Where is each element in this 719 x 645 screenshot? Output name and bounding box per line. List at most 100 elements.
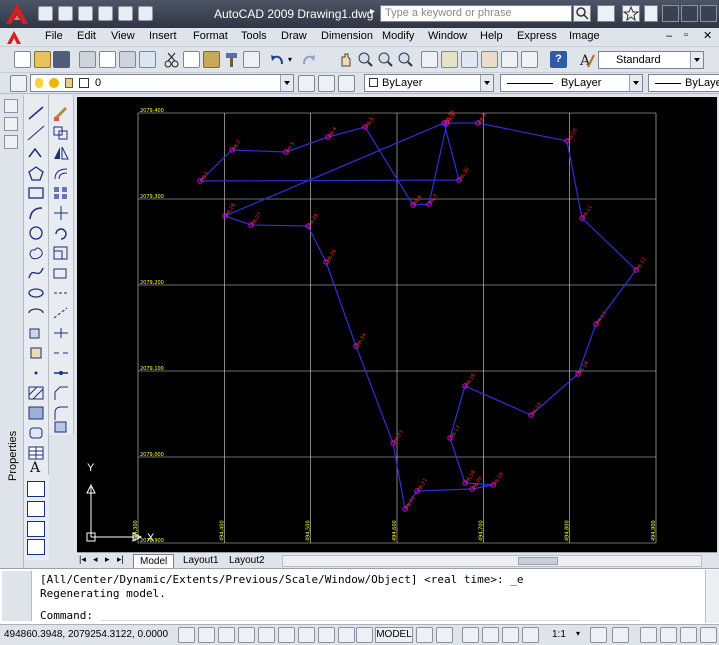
send-under-icon[interactable] [27, 539, 45, 555]
command-scrollbar[interactable] [705, 570, 719, 623]
copy-object-icon[interactable] [52, 125, 70, 141]
chevron-down-icon[interactable] [280, 75, 293, 91]
point-icon[interactable] [27, 365, 45, 381]
annotation-visibility-icon[interactable] [590, 627, 607, 643]
autocad-logo-icon[interactable] [2, 2, 32, 26]
construction-line-icon[interactable] [27, 125, 45, 141]
properties-palette-icon[interactable] [421, 51, 438, 68]
save-toolbar-icon[interactable] [53, 51, 70, 68]
bring-above-icon[interactable] [27, 521, 45, 537]
scale-icon[interactable] [52, 245, 70, 261]
tab-model[interactable]: Model [133, 554, 175, 568]
layer-previous-icon[interactable] [318, 75, 335, 92]
tab-layout2[interactable]: Layout2 [223, 554, 271, 568]
bring-to-front-icon[interactable] [27, 481, 45, 497]
move-icon[interactable] [52, 205, 70, 221]
zoom-window-icon[interactable] [377, 51, 394, 68]
break-at-point-icon[interactable] [52, 325, 70, 341]
zoom-status-icon[interactable] [482, 627, 499, 643]
tab-last-icon[interactable]: ▸| [117, 554, 124, 565]
minimize-button[interactable] [662, 5, 679, 22]
trim-icon[interactable] [52, 285, 70, 301]
plot-preview-icon[interactable] [99, 51, 116, 68]
chevron-down-icon[interactable] [629, 75, 642, 91]
chevron-down-icon[interactable] [480, 75, 493, 91]
markup-icon[interactable] [501, 51, 518, 68]
doc-minimize-icon[interactable]: – [666, 30, 672, 42]
zoom-previous-icon[interactable] [397, 51, 414, 68]
object-snap-icon[interactable] [258, 627, 275, 643]
copy-icon[interactable] [183, 51, 200, 68]
ellipse-icon[interactable] [27, 285, 45, 301]
undo-dropdown-icon[interactable]: ▾ [288, 55, 292, 64]
zoom-realtime-icon[interactable] [357, 51, 374, 68]
menu-view[interactable]: View [111, 30, 135, 42]
steering-wheel-icon[interactable] [502, 627, 519, 643]
menu-image[interactable]: Image [569, 30, 600, 42]
pan-status-icon[interactable] [462, 627, 479, 643]
doc-restore-icon[interactable]: ▫ [684, 29, 688, 41]
dwf-icon[interactable] [139, 51, 156, 68]
doc-close-icon[interactable]: ✕ [703, 29, 712, 42]
region-icon[interactable] [27, 425, 45, 441]
stretch-icon[interactable] [52, 265, 70, 281]
quick-view-layouts-icon[interactable] [416, 627, 433, 643]
line-icon[interactable] [27, 105, 45, 121]
lineweight-display-icon[interactable] [338, 627, 355, 643]
spline-icon[interactable] [27, 265, 45, 281]
array-icon[interactable] [52, 185, 70, 201]
help-icon[interactable]: ? [550, 51, 567, 68]
text-style-select[interactable]: Standard [598, 51, 704, 69]
mirror-icon[interactable] [52, 145, 70, 161]
polygon-icon[interactable] [27, 165, 45, 181]
make-current-layer-icon[interactable] [298, 75, 315, 92]
object-snap-tracking-icon[interactable] [278, 627, 295, 643]
properties-tab-label[interactable]: Properties [0, 395, 24, 495]
polyline-icon[interactable] [27, 145, 45, 161]
chevron-down-icon[interactable]: ▾ [576, 629, 580, 638]
undo-toolbar-icon[interactable] [269, 51, 286, 68]
auto-scale-icon[interactable] [612, 627, 629, 643]
snap-mode-icon[interactable] [178, 627, 195, 643]
plot-icon[interactable] [79, 51, 96, 68]
help-dropdown-icon[interactable] [644, 5, 658, 22]
ortho-mode-icon[interactable] [218, 627, 235, 643]
tab-first-icon[interactable]: |◂ [79, 554, 86, 565]
join-icon[interactable] [52, 365, 70, 381]
drawing-canvas[interactable]: 2079,400 2079,300 2079,200 2079,100 2079,000… [77, 97, 717, 552]
undo-icon[interactable] [118, 6, 133, 21]
arc-icon[interactable] [27, 205, 45, 221]
command-prompt[interactable]: Command: [40, 609, 93, 622]
grid-display-icon[interactable] [198, 627, 215, 643]
toolbar-lock-icon[interactable] [660, 627, 677, 643]
quick-view-drawings-icon[interactable] [436, 627, 453, 643]
insert-block-icon[interactable] [27, 325, 45, 341]
dynamic-input-icon[interactable] [318, 627, 335, 643]
menu-tools[interactable]: Tools [241, 30, 267, 42]
color-select[interactable]: ByLayer [364, 74, 494, 92]
search-options-icon[interactable]: ▸ [370, 6, 375, 17]
palette-autohide-icon[interactable] [4, 117, 18, 131]
match-properties-icon[interactable] [223, 51, 240, 68]
print-icon[interactable] [98, 6, 113, 21]
multiline-text-icon[interactable]: A [27, 457, 45, 473]
tab-next-icon[interactable]: ▸ [105, 554, 110, 565]
make-block-icon[interactable] [27, 345, 45, 361]
menu-modify[interactable]: Modify [382, 30, 414, 42]
menu-window[interactable]: Window [428, 30, 467, 42]
layer-states-icon[interactable] [338, 75, 355, 92]
circle-icon[interactable] [27, 225, 45, 241]
lineweight-select[interactable]: ByLayer [648, 74, 719, 92]
model-space[interactable]: 2079,400 2079,300 2079,200 2079,100 2079,000… [77, 97, 717, 552]
redo-icon[interactable] [138, 6, 153, 21]
palette-menu-icon[interactable] [4, 135, 18, 149]
hatch-icon[interactable] [27, 385, 45, 401]
text-style-icon[interactable]: A [578, 51, 595, 69]
rectangle-icon[interactable] [27, 185, 45, 201]
erase-icon[interactable] [52, 105, 70, 121]
chamfer-icon[interactable] [52, 385, 70, 401]
gradient-icon[interactable] [27, 405, 45, 421]
pan-icon[interactable] [337, 51, 354, 68]
close-button[interactable] [700, 5, 717, 22]
search-icon[interactable] [573, 5, 591, 22]
